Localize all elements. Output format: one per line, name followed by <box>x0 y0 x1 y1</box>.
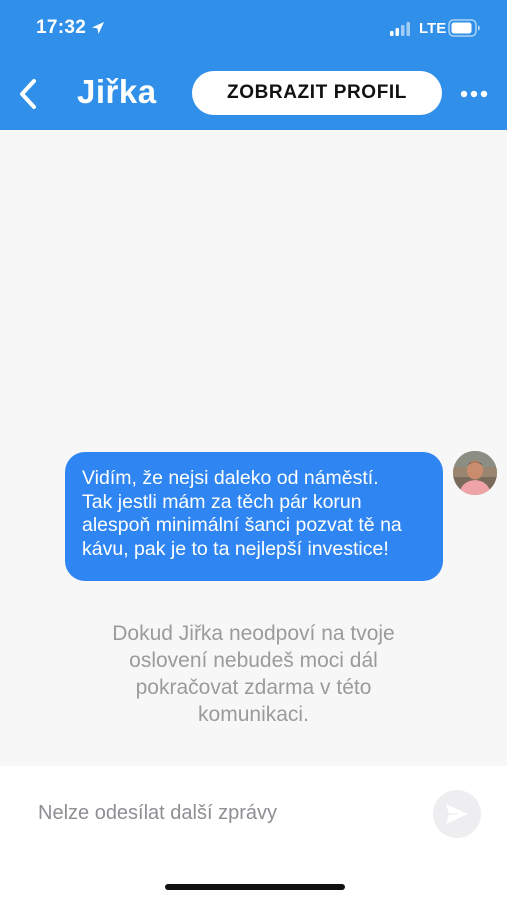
notice-line: Dokud Jiřka neodpoví na tvoje <box>112 622 395 645</box>
chevron-left-icon <box>20 79 36 109</box>
send-icon <box>446 804 468 824</box>
reply-pending-notice: Dokud Jiřka neodpoví na tvoje oslovení n… <box>60 620 447 728</box>
message-line: Tak jestli mám za těch pár korun <box>82 490 362 513</box>
contact-name: Jiřka <box>77 73 157 110</box>
chat-header: 17:32 LTE Jiřka ZOBRAZIT PROFIL <box>0 0 507 130</box>
send-button[interactable] <box>433 790 481 838</box>
battery-icon <box>448 19 480 37</box>
signal-icon <box>390 22 410 36</box>
status-time: 17:32 <box>36 17 87 38</box>
message-composer <box>0 766 507 900</box>
location-arrow-icon <box>92 22 104 34</box>
message-line: Vidím, že nejsi daleko od náměstí. <box>82 467 379 489</box>
notice-line: pokračovat zdarma v této <box>135 676 372 699</box>
notice-line: komunikaci. <box>198 703 309 726</box>
network-type: LTE <box>419 20 447 37</box>
view-profile-button[interactable]: ZOBRAZIT PROFIL <box>192 71 442 115</box>
message-line: kávu, pak je to ta nejlepší investice! <box>82 537 389 560</box>
notice-line: oslovení nebudeš moci dál <box>129 649 378 672</box>
more-options-button[interactable] <box>458 80 490 108</box>
message-line: alespoň minimální šanci pozvat tě na <box>82 514 402 536</box>
chat-area[interactable]: Vidím, že nejsi daleko od náměstí. Tak j… <box>0 130 507 766</box>
avatar-photo <box>453 451 497 495</box>
message-input[interactable] <box>38 800 418 826</box>
more-horizontal-icon <box>460 90 488 98</box>
status-bar: 17:32 LTE <box>0 0 507 56</box>
outgoing-message-bubble[interactable]: Vidím, že nejsi daleko od náměstí. Tak j… <box>65 452 443 581</box>
sender-avatar[interactable] <box>453 451 497 495</box>
home-indicator <box>165 884 345 890</box>
back-button[interactable] <box>8 72 48 116</box>
